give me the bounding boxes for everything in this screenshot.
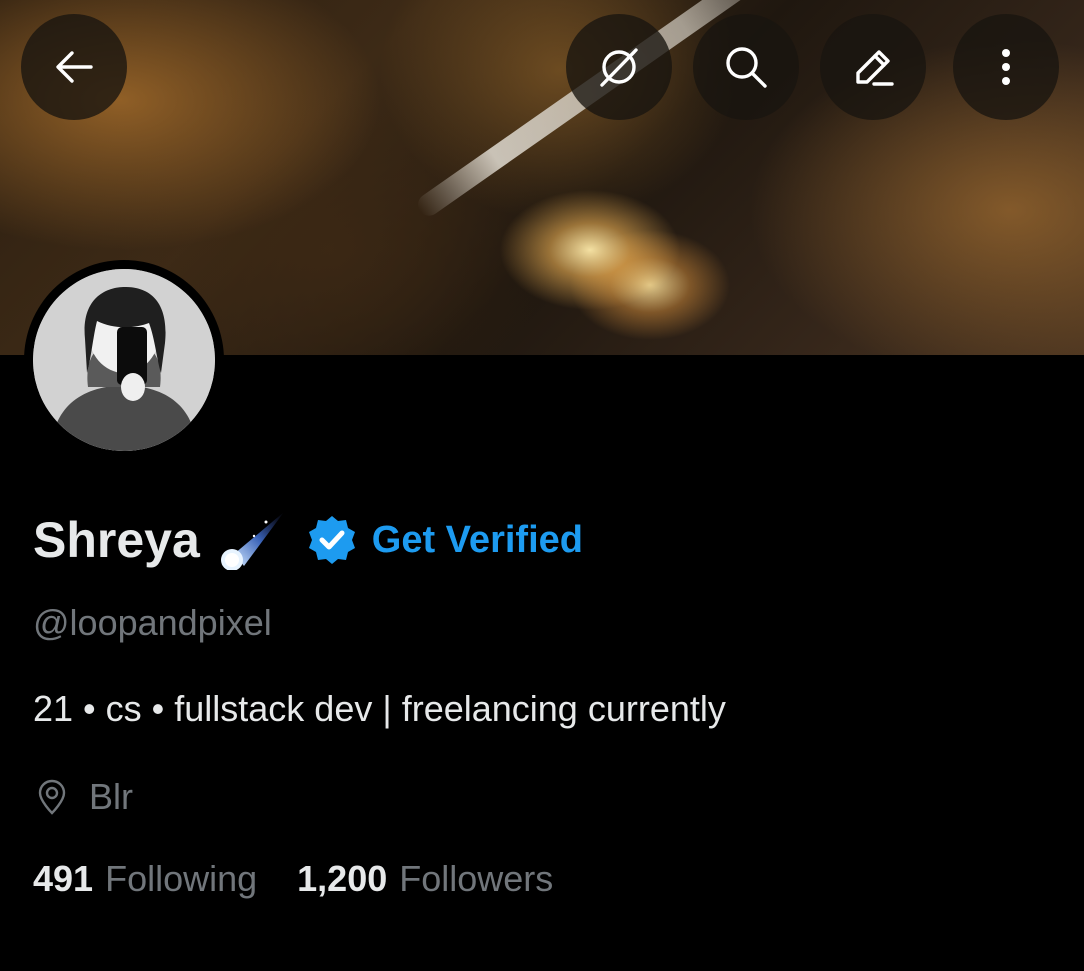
back-button[interactable] [21, 14, 127, 120]
grok-button[interactable] [566, 14, 672, 120]
display-name: Shreya [33, 512, 200, 568]
avatar-illustration [33, 269, 215, 451]
verified-badge-icon [308, 516, 355, 564]
more-options-button[interactable] [953, 14, 1059, 120]
arrow-left-icon [56, 51, 93, 83]
location-pin-icon [38, 779, 66, 815]
profile-handle: @loopandpixel [33, 602, 272, 643]
edit-icon [856, 50, 894, 86]
profile-avatar[interactable] [24, 260, 224, 460]
followers-label: Followers [399, 858, 554, 899]
grok-icon [600, 48, 638, 87]
following-link[interactable]: 491 Following [33, 858, 257, 900]
comet-emoji-icon [220, 512, 284, 570]
followers-link[interactable]: 1,200 Followers [297, 858, 553, 900]
search-button[interactable] [693, 14, 799, 120]
location-text: Blr [89, 776, 133, 817]
profile-location: Blr [33, 772, 133, 822]
profile-stats: 491 Following 1,200 Followers [33, 858, 553, 900]
following-count: 491 [33, 858, 94, 899]
edit-profile-button[interactable] [820, 14, 926, 120]
followers-count: 1,200 [297, 858, 388, 899]
profile-name-row: Shreya Get Verified [33, 505, 583, 575]
following-label: Following [105, 858, 258, 899]
more-vertical-icon [1002, 49, 1010, 85]
search-icon [726, 47, 767, 88]
profile-bio: 21 • cs • fullstack dev | freelancing cu… [33, 688, 726, 729]
get-verified-link[interactable]: Get Verified [372, 519, 583, 562]
